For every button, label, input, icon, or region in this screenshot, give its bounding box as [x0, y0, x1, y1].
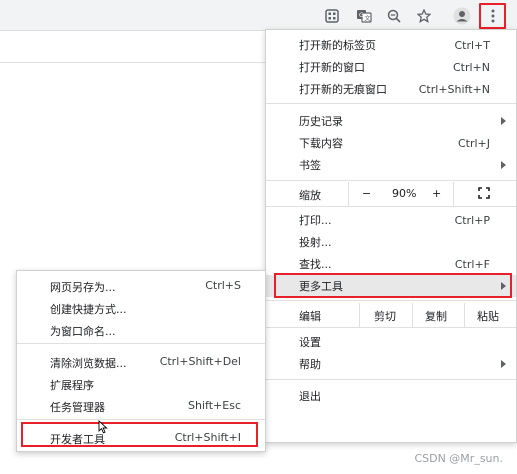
menu-item-exit[interactable]: 退出	[266, 385, 516, 407]
menu-item-label: 退出	[299, 390, 321, 403]
paste-button[interactable]: 粘贴	[477, 308, 499, 324]
submenu-item-label: 为窗口命名...	[50, 325, 116, 338]
zoom-value: 90%	[392, 187, 417, 200]
menu-item-label: 历史记录	[299, 115, 343, 128]
zoom-out-button[interactable]: −	[362, 187, 371, 200]
chevron-right-icon	[501, 360, 506, 368]
menu-separator	[266, 327, 516, 328]
mouse-cursor-icon	[98, 420, 108, 434]
divider	[348, 182, 349, 206]
menu-item-label: 投射...	[299, 236, 332, 249]
menu-item-new-window[interactable]: 打开新的窗口 Ctrl+N	[266, 56, 516, 78]
fullscreen-icon[interactable]	[478, 187, 490, 202]
cut-button[interactable]: 剪切	[374, 308, 396, 324]
submenu-item-label: 网页另存为...	[50, 281, 116, 294]
menu-item-cast[interactable]: 投射...	[266, 231, 516, 253]
submenu-item-shortcut: Shift+Esc	[188, 399, 241, 412]
menu-item-find[interactable]: 查找... Ctrl+F	[266, 253, 516, 275]
menu-item-label: 下载内容	[299, 137, 343, 150]
svg-text:G: G	[359, 12, 364, 19]
menu-button-highlight	[479, 3, 506, 29]
submenu-item-label: 清除浏览数据...	[50, 357, 127, 370]
submenu-item-create-shortcut[interactable]: 创建快捷方式...	[17, 297, 265, 319]
divider	[412, 303, 413, 327]
edit-label: 编辑	[299, 310, 321, 323]
browser-toolbar: G文	[0, 0, 517, 31]
menu-item-label: 帮助	[299, 358, 321, 371]
menu-separator	[266, 180, 516, 181]
zoom-label: 缩放	[299, 189, 321, 202]
submenu-item-shortcut: Ctrl+S	[205, 279, 241, 292]
profile-icon[interactable]	[450, 4, 474, 28]
submenu-item-shortcut: Ctrl+Shift+Del	[159, 355, 241, 368]
menu-item-shortcut: Ctrl+J	[457, 136, 490, 150]
submenu-item-label: 扩展程序	[50, 379, 94, 392]
zoom-icon[interactable]	[382, 4, 406, 28]
more-tools-highlight	[274, 273, 512, 298]
menu-item-label: 打开新的窗口	[299, 61, 365, 74]
menu-item-help[interactable]: 帮助	[266, 353, 516, 375]
copy-button[interactable]: 复制	[425, 308, 447, 324]
translate-icon[interactable]: G文	[352, 4, 376, 28]
submenu-item-name-window[interactable]: 为窗口命名...	[17, 319, 265, 341]
menu-item-shortcut: Ctrl+T	[454, 38, 490, 52]
submenu-item-clear-data[interactable]: 清除浏览数据... Ctrl+Shift+Del	[17, 351, 265, 373]
divider	[464, 303, 465, 327]
menu-item-shortcut: Ctrl+F	[454, 257, 490, 271]
divider	[453, 182, 454, 206]
menu-separator	[266, 379, 516, 380]
submenu-item-task-manager[interactable]: 任务管理器 Shift+Esc	[17, 395, 265, 417]
grid-icon[interactable]	[320, 4, 344, 28]
chrome-main-menu: 打开新的标签页 Ctrl+T 打开新的窗口 Ctrl+N 打开新的无痕窗口 Ct…	[265, 29, 517, 443]
chevron-right-icon	[501, 161, 506, 169]
menu-item-settings[interactable]: 设置	[266, 331, 516, 353]
menu-item-print[interactable]: 打印... Ctrl+P	[266, 209, 516, 231]
svg-text:文: 文	[365, 15, 371, 23]
zoom-in-button[interactable]: +	[432, 187, 441, 200]
page-divider	[0, 62, 265, 63]
chevron-right-icon	[501, 117, 506, 125]
submenu-item-save-page[interactable]: 网页另存为... Ctrl+S	[17, 275, 265, 297]
edit-row: 编辑 剪切 复制 粘贴	[266, 303, 516, 327]
menu-separator	[266, 300, 516, 301]
menu-item-new-tab[interactable]: 打开新的标签页 Ctrl+T	[266, 34, 516, 56]
menu-item-downloads[interactable]: 下载内容 Ctrl+J	[266, 132, 516, 154]
submenu-item-label: 创建快捷方式...	[50, 303, 127, 316]
submenu-separator	[17, 343, 265, 344]
submenu-item-label: 任务管理器	[50, 401, 105, 414]
submenu-separator	[17, 419, 265, 420]
menu-item-label: 打印...	[299, 214, 332, 227]
menu-item-bookmarks[interactable]: 书签	[266, 154, 516, 176]
menu-separator	[266, 206, 516, 207]
menu-item-shortcut: Ctrl+N	[452, 60, 490, 74]
menu-item-shortcut: Ctrl+Shift+N	[418, 82, 490, 96]
menu-item-label: 打开新的无痕窗口	[299, 83, 387, 96]
watermark: CSDN @Mr_sun.	[414, 452, 503, 465]
divider	[359, 303, 360, 327]
menu-item-new-incognito[interactable]: 打开新的无痕窗口 Ctrl+Shift+N	[266, 78, 516, 100]
menu-item-shortcut: Ctrl+P	[454, 213, 490, 227]
star-icon[interactable]	[412, 4, 436, 28]
submenu-item-extensions[interactable]: 扩展程序	[17, 373, 265, 395]
zoom-row: 缩放 − 90% +	[266, 182, 516, 206]
dev-tools-highlight	[21, 422, 258, 447]
menu-item-label: 打开新的标签页	[299, 39, 376, 52]
menu-item-label: 查找...	[299, 258, 332, 271]
menu-item-label: 书签	[299, 159, 321, 172]
menu-separator	[266, 103, 516, 104]
menu-item-label: 设置	[299, 336, 321, 349]
menu-item-history[interactable]: 历史记录	[266, 110, 516, 132]
